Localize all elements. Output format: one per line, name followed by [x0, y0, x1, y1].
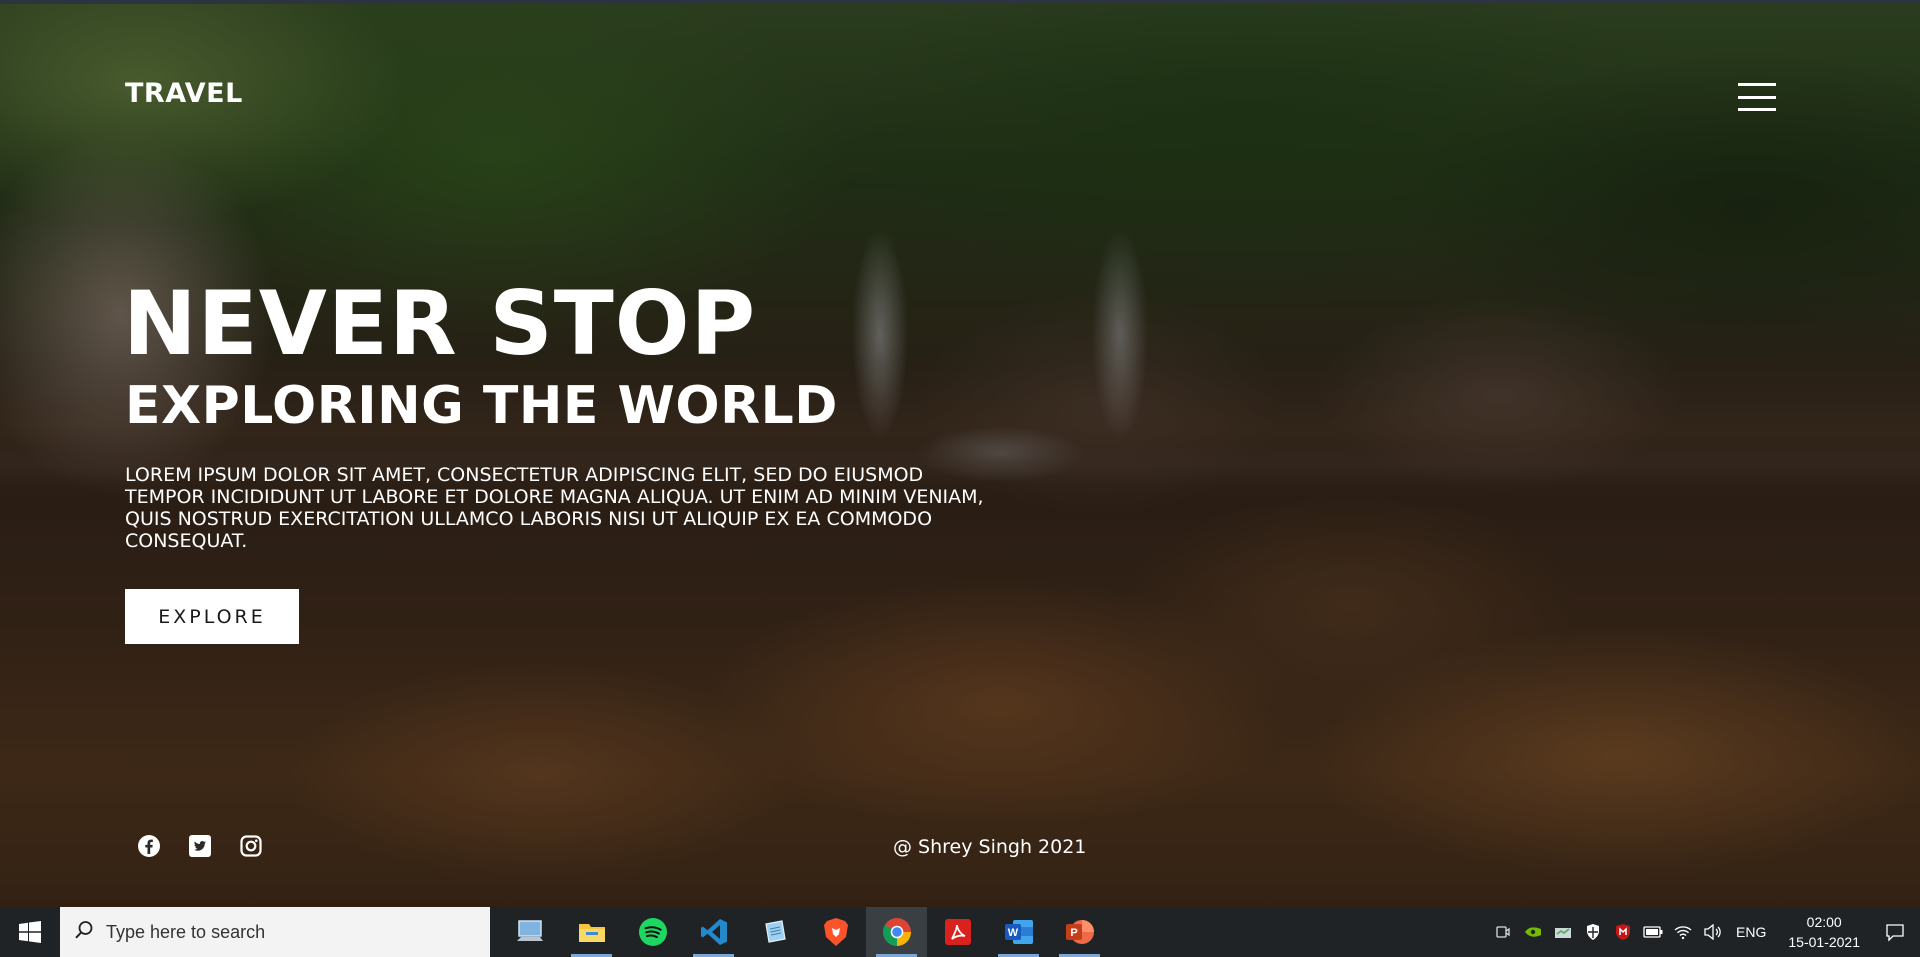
file-explorer-icon[interactable] — [561, 907, 622, 957]
mcafee-icon[interactable] — [1608, 907, 1638, 957]
svg-text:P: P — [1070, 927, 1077, 939]
notepad-icon[interactable] — [744, 907, 805, 957]
windows-start-icon[interactable] — [0, 907, 60, 957]
volume-icon[interactable] — [1698, 907, 1728, 957]
desktop-app-icon[interactable] — [500, 907, 561, 957]
vscode-icon[interactable] — [683, 907, 744, 957]
nvidia-icon[interactable] — [1518, 907, 1548, 957]
battery-icon[interactable] — [1638, 907, 1668, 957]
hero-heading-line1: NEVER STOP — [123, 272, 757, 375]
powerpoint-icon[interactable]: P — [1049, 907, 1110, 957]
system-tray: ENG 02:00 15-01-2021 — [1488, 907, 1920, 957]
hero-paragraph: Lorem ipsum dolor sit amet, consectetur … — [125, 464, 984, 552]
chrome-icon[interactable] — [866, 907, 927, 957]
twitter-icon[interactable] — [188, 834, 212, 858]
notification-center-icon[interactable] — [1870, 907, 1920, 957]
acrobat-icon[interactable] — [927, 907, 988, 957]
site-logo[interactable]: TRAVEL — [125, 78, 243, 109]
windows-security-icon[interactable] — [1578, 907, 1608, 957]
facebook-icon[interactable] — [137, 834, 161, 858]
taskbar-search-input[interactable] — [106, 921, 446, 943]
hamburger-menu-icon[interactable] — [1738, 83, 1776, 111]
explore-button[interactable]: EXPLORE — [125, 589, 299, 644]
wifi-icon[interactable] — [1668, 907, 1698, 957]
language-indicator[interactable]: ENG — [1728, 924, 1778, 940]
hero-heading-line2: EXPLORING THE WORLD — [125, 376, 838, 436]
copyright-text: @ Shrey Singh 2021 — [893, 836, 1087, 858]
social-links — [137, 834, 263, 858]
taskbar-clock[interactable]: 02:00 15-01-2021 — [1778, 912, 1870, 952]
taskbar-pinned-apps: W P — [500, 907, 1110, 957]
spotify-icon[interactable] — [622, 907, 683, 957]
search-icon — [74, 920, 94, 944]
word-icon[interactable]: W — [988, 907, 1049, 957]
clock-date: 15-01-2021 — [1788, 934, 1860, 950]
taskbar-search-box[interactable] — [60, 907, 490, 957]
svg-text:W: W — [1007, 927, 1018, 939]
instagram-icon[interactable] — [239, 834, 263, 858]
hero-section: TRAVEL NEVER STOP EXPLORING THE WORLD Lo… — [0, 4, 1920, 907]
hero-dark-overlay — [0, 4, 1920, 907]
brave-icon[interactable] — [805, 907, 866, 957]
windows-taskbar: W P ENG 02:00 1 — [0, 907, 1920, 957]
meet-now-icon[interactable] — [1488, 907, 1518, 957]
network-drive-icon[interactable] — [1548, 907, 1578, 957]
clock-time: 02:00 — [1806, 914, 1842, 930]
